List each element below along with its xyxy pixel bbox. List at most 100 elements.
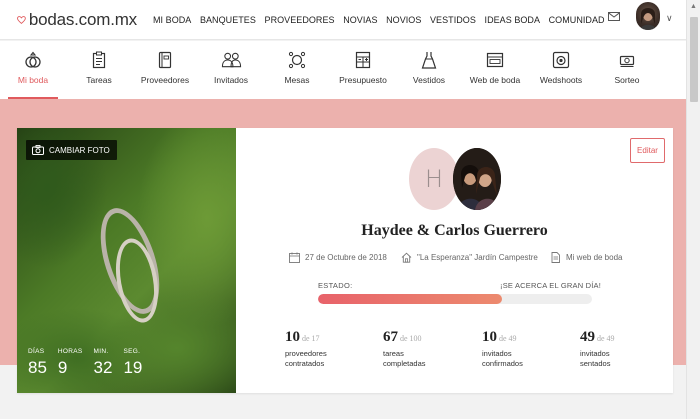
stat-description: invitados sentados [580,349,611,368]
countdown-unit: MIN. [93,348,109,355]
wedding-tools-nav: Mi boda Tareas Proveedores Invitados Mes… [0,41,686,99]
wedding-venue[interactable]: "La Esperanza" Jardín Campestre [401,252,538,263]
stat-value: 10 [285,329,300,345]
people-icon [221,52,241,68]
wedding-date: 27 de Octubre de 2018 [289,252,387,263]
wedding-summary-card: CAMBIAR FOTO DÍAS 85 HORAS 9 MIN. 32 SEG… [17,128,673,393]
countdown-days: DÍAS 85 [28,348,47,378]
menu-item-vestidos[interactable]: VESTIDOS [430,15,476,25]
rings-icon [25,51,41,68]
change-photo-button[interactable]: CAMBIAR FOTO [26,140,117,160]
countdown-minutes: MIN. 32 [94,348,113,378]
top-navigation-bar: bodas.com.mx MI BODA BANQUETES PROVEEDOR… [0,0,686,40]
tab-label: Wedshoots [539,75,583,85]
document-icon [551,252,560,263]
status-text: ¡SE ACERCA EL GRAN DÍA! [500,281,602,290]
tab-wedshoots[interactable]: Wedshoots [528,41,594,99]
stat-description: tareas completadas [383,349,426,368]
main-menu: MI BODA BANQUETES PROVEEDORES NOVIAS NOV… [153,15,613,25]
tab-mesas[interactable]: Mesas [264,41,330,99]
couple-avatar[interactable] [453,148,501,210]
clipboard-icon [92,51,106,69]
tab-label: Vestidos [412,75,446,85]
status-label: ESTADO: [318,281,353,290]
stat-invitados-confirmados[interactable]: 10 de 49 invitados confirmados [482,328,542,369]
couple-photo-rings: CAMBIAR FOTO DÍAS 85 HORAS 9 MIN. 32 SEG… [17,128,236,393]
countdown-value: 85 [28,358,47,377]
menu-item-novias[interactable]: NOVIAS [343,15,377,25]
tab-label: Tareas [86,75,112,85]
stat-proveedores[interactable]: 10 de 17 proveedores contratados [285,328,345,369]
progress-bar [318,294,592,304]
site-logo[interactable]: bodas.com.mx [17,10,137,30]
wedding-date-text: 27 de Octubre de 2018 [305,253,387,262]
page: bodas.com.mx MI BODA BANQUETES PROVEEDOR… [0,0,700,419]
calendar-icon [289,252,300,263]
tab-label: Invitados [213,75,249,85]
countdown-value: 19 [123,358,143,377]
couple-names: Haydee & Carlos Guerrero [361,222,548,239]
dress-icon [421,52,437,69]
menu-item-banquetes[interactable]: BANQUETES [200,15,256,25]
stat-value: 49 [580,329,595,345]
tab-vestidos[interactable]: Vestidos [396,41,462,99]
menu-item-mi-boda[interactable]: MI BODA [153,15,191,25]
wedding-ring-image [109,235,165,326]
scroll-up-arrow-icon[interactable]: ▲ [690,3,697,10]
tab-label: Mi boda [17,75,49,85]
browser-icon [486,52,504,68]
wedding-web-link-text: Mi web de boda [566,253,623,262]
notebook-icon [158,51,172,69]
countdown-unit: SEG. [123,348,141,355]
stat-invitados-sentados[interactable]: 49 de 49 invitados sentados [580,328,640,369]
avatar-face-icon [640,8,656,30]
mail-icon[interactable] [608,12,620,21]
camera-icon [552,51,570,69]
stat-description: invitados confirmados [482,349,523,368]
countdown-value: 9 [57,358,68,377]
tab-mi-boda[interactable]: Mi boda [0,41,66,99]
tab-label: Sorteo [614,75,640,85]
calculator-icon [355,51,371,69]
stat-total: de 100 [400,334,422,343]
menu-item-ideas-boda[interactable]: IDEAS BODA [485,15,541,25]
menu-item-novios[interactable]: NOVIOS [386,15,421,25]
stat-value: 10 [482,329,497,345]
menu-item-comunidad[interactable]: COMUNIDAD [549,15,605,25]
wedding-web-link[interactable]: Mi web de boda [550,252,622,263]
countdown-unit: DÍAS [28,348,45,355]
countdown-seconds: SEG. 19 [123,348,142,378]
heart-logo-icon [17,15,26,24]
change-photo-label: CAMBIAR FOTO [49,145,110,155]
progress-bar-fill [318,294,502,304]
tab-invitados[interactable]: Invitados [198,41,264,99]
stat-total: de 49 [499,334,517,343]
stat-value: 67 [383,329,398,345]
table-icon [288,51,306,69]
countdown: DÍAS 85 HORAS 9 MIN. 32 SEG. 19 [28,348,153,378]
stat-tareas[interactable]: 67 de 100 tareas completadas [383,328,443,369]
initial-avatar: H [409,148,459,210]
wedding-venue-text: "La Esperanza" Jardín Campestre [417,253,538,262]
tab-proveedores[interactable]: Proveedores [132,41,198,99]
countdown-value: 32 [93,358,113,377]
home-icon [401,252,412,263]
scrollbar[interactable]: ▲ [686,0,700,419]
tab-label: Proveedores [140,75,190,85]
menu-item-proveedores[interactable]: PROVEEDORES [265,15,335,25]
tab-tareas[interactable]: Tareas [66,41,132,99]
tab-presupuesto[interactable]: Presupuesto [330,41,396,99]
tab-sorteo[interactable]: Sorteo [594,41,660,99]
stat-total: de 17 [302,334,320,343]
edit-button[interactable]: Editar [630,138,665,163]
chevron-down-icon[interactable]: ∨ [666,13,673,24]
stat-description: proveedores contratados [285,349,327,368]
tab-label: Web de boda [469,75,521,85]
countdown-unit: HORAS [57,348,83,355]
user-avatar[interactable] [636,2,660,30]
scrollbar-thumb[interactable] [690,17,698,102]
site-logo-text: bodas.com.mx [28,9,137,29]
tab-label: Mesas [284,75,310,85]
countdown-hours: HORAS 9 [58,348,83,378]
tab-web-de-boda[interactable]: Web de boda [462,41,528,99]
